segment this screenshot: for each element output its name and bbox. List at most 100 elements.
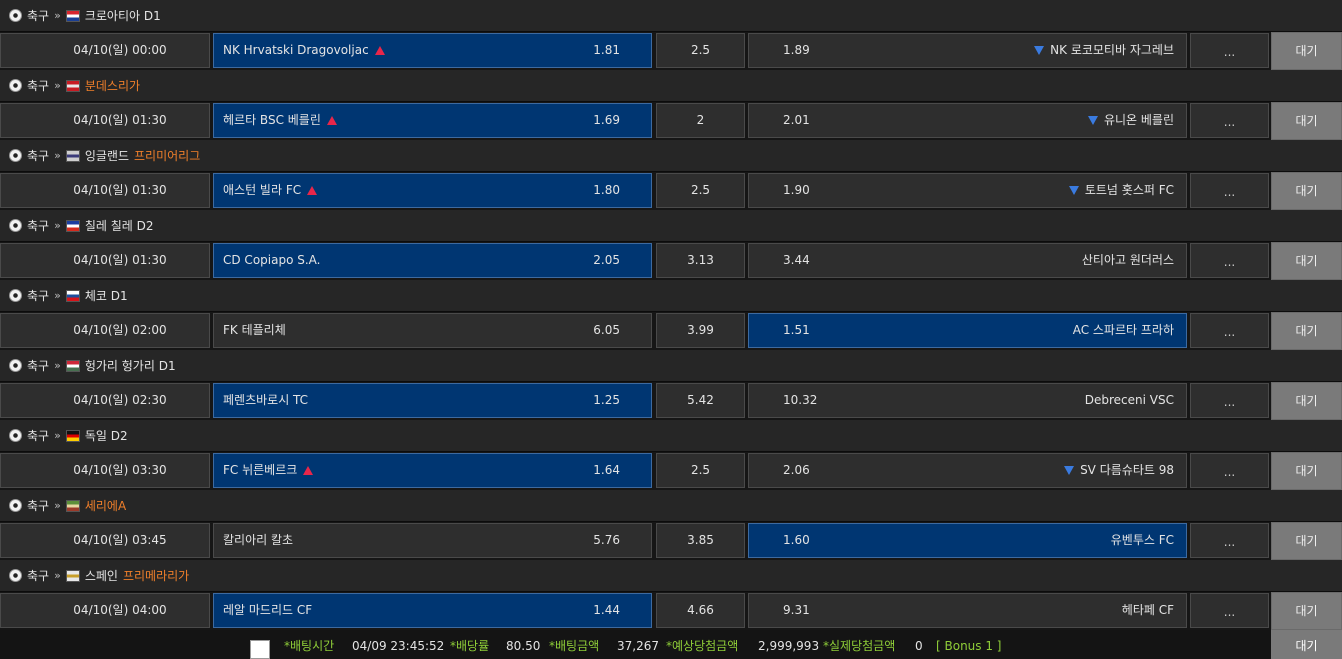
league-name[interactable]: 체코 D1	[85, 287, 128, 304]
away-team-name: AC 스파르타 프라하	[1072, 323, 1174, 337]
bet-amount-value: 37,267	[617, 639, 659, 653]
match-row: 04/10(일) 01:30 헤르타 BSC 베를린 1.69 2 2.01 유니온 베를…	[0, 102, 1342, 140]
away-win-odds-button[interactable]: 9.31 헤타페 CF	[748, 593, 1187, 628]
league-name[interactable]: 크로아티아 D1	[85, 7, 161, 24]
home-win-odds-button[interactable]: NK Hrvatski Dragovoljac 1.81	[213, 33, 652, 68]
away-win-odds-button[interactable]: 1.90 토트넘 홋스퍼 FC	[748, 173, 1187, 208]
soccer-ball-icon	[9, 499, 22, 512]
draw-odds-button[interactable]: 4.66	[656, 593, 745, 628]
expected-win-label: *예상당첨금액	[666, 639, 739, 653]
status-button[interactable]: 대기	[1271, 102, 1342, 140]
status-button[interactable]: 대기	[1271, 242, 1342, 280]
country-flag-icon	[65, 9, 80, 22]
away-odds-value: 2.01	[783, 113, 810, 127]
bet-button[interactable]: 대기	[1271, 630, 1342, 659]
more-markets-button[interactable]: ...	[1190, 33, 1269, 68]
league-name[interactable]: 칠레 칠레 D2	[85, 217, 154, 234]
match-datetime: 04/10(일) 04:00	[0, 593, 210, 628]
odds-down-arrow-icon	[1064, 466, 1075, 475]
status-button[interactable]: 대기	[1271, 382, 1342, 420]
away-team-name: Debreceni VSC	[1084, 393, 1174, 407]
home-team-name: CD Copiapo S.A.	[223, 253, 321, 267]
draw-odds-button[interactable]: 3.99	[656, 313, 745, 348]
odds-down-arrow-icon	[1087, 116, 1098, 125]
home-odds-value: 1.25	[593, 393, 620, 407]
draw-odds-button[interactable]: 2.5	[656, 33, 745, 68]
home-team-name: FK 테플리체	[223, 323, 286, 337]
league-name[interactable]: 프리미어리그	[134, 147, 200, 164]
draw-odds-button[interactable]: 3.13	[656, 243, 745, 278]
home-win-odds-button[interactable]: 레알 마드리드 CF 1.44	[213, 593, 652, 628]
away-win-odds-button[interactable]: 1.89 NK 로코모티바 자그레브	[748, 33, 1187, 68]
more-markets-button[interactable]: ...	[1190, 243, 1269, 278]
away-team-name: 토트넘 홋스퍼 FC	[1068, 174, 1174, 207]
away-odds-value: 1.89	[783, 43, 810, 57]
soccer-ball-icon	[9, 429, 22, 442]
more-markets-button[interactable]: ...	[1190, 453, 1269, 488]
match-datetime: 04/10(일) 01:30	[0, 103, 210, 138]
home-win-odds-button[interactable]: 헤르타 BSC 베를린 1.69	[213, 103, 652, 138]
match-row: 04/10(일) 03:30 FC 뉘른베르크 1.64 2.5 2.06 SV 다름슈타…	[0, 452, 1342, 490]
odds-up-arrow-icon	[307, 186, 318, 195]
away-team-name: 유벤투스 FC	[1110, 533, 1174, 547]
breadcrumb-separator: »	[54, 429, 61, 442]
draw-odds-button[interactable]: 2	[656, 103, 745, 138]
home-win-odds-button[interactable]: FK 테플리체 6.05	[213, 313, 652, 348]
league-header: 축구 » 크로아티아 D1	[0, 0, 1342, 32]
away-odds-value: 2.06	[783, 463, 810, 477]
home-team-name: 페렌츠바로시 TC	[223, 393, 309, 407]
status-button[interactable]: 대기	[1271, 452, 1342, 490]
country-flag-icon	[65, 359, 80, 372]
more-markets-button[interactable]: ...	[1190, 593, 1269, 628]
country-flag-icon	[65, 219, 80, 232]
away-win-odds-button[interactable]: 10.32 Debreceni VSC	[748, 383, 1187, 418]
status-button[interactable]: 대기	[1271, 592, 1342, 630]
draw-odds-button[interactable]: 5.42	[656, 383, 745, 418]
sport-label: 축구	[27, 219, 50, 233]
draw-odds-button[interactable]: 2.5	[656, 453, 745, 488]
more-markets-button[interactable]: ...	[1190, 103, 1269, 138]
match-row: 04/10(일) 03:45 칼리아리 칼초 5.76 3.85 1.60 유벤투스 FC…	[0, 522, 1342, 560]
home-team-name: NK Hrvatski Dragovoljac	[223, 34, 385, 67]
league-header: 축구 » 헝가리 헝가리 D1	[0, 350, 1342, 382]
status-button[interactable]: 대기	[1271, 312, 1342, 350]
league-name[interactable]: 독일 D2	[85, 427, 128, 444]
home-win-odds-button[interactable]: CD Copiapo S.A. 2.05	[213, 243, 652, 278]
away-win-odds-button[interactable]: 2.01 유니온 베를린	[748, 103, 1187, 138]
league-name[interactable]: 프리메라리가	[123, 567, 189, 584]
league-name[interactable]: 분데스리가	[85, 77, 140, 94]
away-win-odds-button[interactable]: 1.60 유벤투스 FC	[748, 523, 1187, 558]
away-win-odds-button[interactable]: 2.06 SV 다름슈타트 98	[748, 453, 1187, 488]
league-name[interactable]: 세리에A	[85, 497, 126, 514]
more-markets-button[interactable]: ...	[1190, 173, 1269, 208]
home-win-odds-button[interactable]: 칼리아리 칼초 5.76	[213, 523, 652, 558]
away-win-odds-button[interactable]: 3.44 산티아고 원더러스	[748, 243, 1187, 278]
more-markets-button[interactable]: ...	[1190, 313, 1269, 348]
match-row: 04/10(일) 04:00 레알 마드리드 CF 1.44 4.66 9.31 헤타페 …	[0, 592, 1342, 630]
draw-odds-button[interactable]: 3.85	[656, 523, 745, 558]
away-win-odds-button[interactable]: 1.51 AC 스파르타 프라하	[748, 313, 1187, 348]
home-odds-value: 1.81	[593, 43, 620, 57]
more-markets-button[interactable]: ...	[1190, 523, 1269, 558]
league-header: 축구 » 독일 D2	[0, 420, 1342, 452]
league-name[interactable]: 헝가리 헝가리 D1	[85, 357, 176, 374]
home-win-odds-button[interactable]: FC 뉘른베르크 1.64	[213, 453, 652, 488]
select-all-checkbox[interactable]	[250, 640, 270, 659]
status-button[interactable]: 대기	[1271, 522, 1342, 560]
odds-label: *배당률	[450, 639, 490, 653]
home-odds-value: 1.69	[593, 113, 620, 127]
status-button[interactable]: 대기	[1271, 32, 1342, 70]
away-team-name: 헤타페 CF	[1121, 603, 1174, 617]
draw-odds-button[interactable]: 2.5	[656, 173, 745, 208]
league-header: 축구 » 칠레 칠레 D2	[0, 210, 1342, 242]
home-win-odds-button[interactable]: 페렌츠바로시 TC 1.25	[213, 383, 652, 418]
away-odds-value: 3.44	[783, 253, 810, 267]
more-markets-button[interactable]: ...	[1190, 383, 1269, 418]
actual-win-label: *실제당첨금액	[823, 639, 896, 653]
sport-label: 축구	[27, 9, 50, 23]
status-button[interactable]: 대기	[1271, 172, 1342, 210]
home-win-odds-button[interactable]: 애스턴 빌라 FC 1.80	[213, 173, 652, 208]
match-datetime: 04/10(일) 03:45	[0, 523, 210, 558]
odds-down-arrow-icon	[1034, 46, 1045, 55]
sport-label: 축구	[27, 79, 50, 93]
